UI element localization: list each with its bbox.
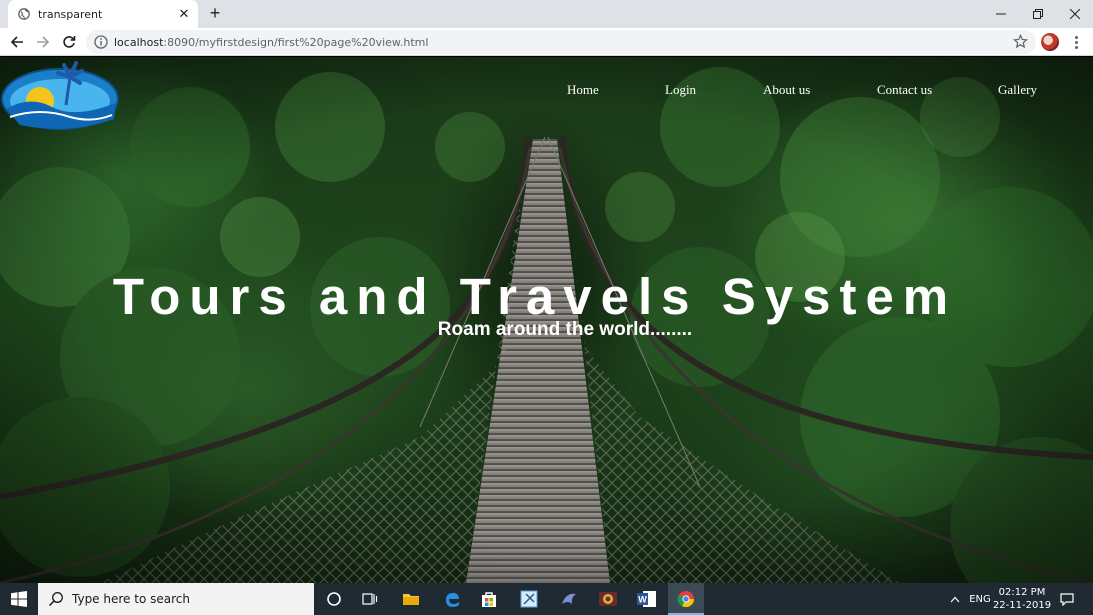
hero-section: Home Login About us Contact us Gallery T… <box>0 57 1093 583</box>
search-placeholder: Type here to search <box>72 592 190 606</box>
taskbar-search-box[interactable]: Type here to search <box>38 583 314 615</box>
cortana-circle-icon <box>327 592 341 606</box>
windows-taskbar: Type here to search W ENG 02:12 PM 22-11… <box>0 583 1093 615</box>
taskbar-file-explorer[interactable] <box>393 583 429 615</box>
browser-menu-icon[interactable] <box>1068 32 1084 52</box>
minimize-button[interactable] <box>983 0 1019 28</box>
profile-avatar[interactable] <box>1041 33 1059 51</box>
taskbar-clock[interactable]: 02:12 PM 22-11-2019 <box>990 586 1054 612</box>
folder-icon <box>403 594 419 605</box>
minimize-icon <box>996 13 1006 15</box>
bookmark-star-icon[interactable] <box>1013 34 1028 49</box>
task-view-icon <box>362 593 378 605</box>
taskbar-word[interactable]: W <box>629 583 665 615</box>
start-button[interactable] <box>0 583 38 615</box>
globe-icon <box>18 8 30 20</box>
url-text[interactable]: localhost:8090/myfirstdesign/first%20pag… <box>114 36 428 49</box>
taskbar-store[interactable] <box>471 583 507 615</box>
info-icon[interactable] <box>94 35 108 49</box>
cortana-button[interactable] <box>316 583 352 615</box>
taskbar-chrome[interactable] <box>668 583 704 615</box>
browser-tab[interactable]: transparent ✕ <box>8 0 198 28</box>
dolphin-app-icon <box>562 593 576 604</box>
address-bar[interactable]: localhost:8090/myfirstdesign/first%20pag… <box>86 30 1036 54</box>
reload-button[interactable] <box>58 31 80 53</box>
hero-subtitle: Roam around the world........ <box>437 319 693 340</box>
game-app-icon <box>599 592 617 606</box>
forward-button[interactable] <box>32 31 54 53</box>
chrome-icon <box>677 591 695 608</box>
taskbar-app-dolphin[interactable] <box>551 583 587 615</box>
store-bag-icon <box>482 592 496 607</box>
action-center-button[interactable] <box>1056 583 1078 615</box>
word-icon: W <box>637 591 656 607</box>
hero-title: Tours and Travels System <box>112 268 958 325</box>
restore-button[interactable] <box>1020 0 1056 28</box>
nav-about-link[interactable]: About us <box>763 82 810 98</box>
reload-icon <box>63 36 76 48</box>
browser-tab-strip: transparent ✕ + <box>0 0 1093 28</box>
restore-icon <box>1033 9 1043 19</box>
clock-date: 22-11-2019 <box>992 600 1052 611</box>
windows-logo-icon <box>11 591 27 607</box>
notification-icon <box>1060 592 1074 606</box>
tab-title: transparent <box>38 7 103 21</box>
search-icon <box>48 592 63 607</box>
arrow-left-icon <box>10 36 23 48</box>
url-host: localhost <box>114 35 164 49</box>
url-path: :8090/myfirstdesign/first%20page%20view.… <box>163 35 429 49</box>
nav-login-link[interactable]: Login <box>665 82 696 98</box>
edge-icon <box>446 593 459 607</box>
close-tab-icon[interactable]: ✕ <box>176 6 192 22</box>
nav-home-link[interactable]: Home <box>567 82 599 98</box>
new-tab-button[interactable]: + <box>206 4 224 23</box>
back-button[interactable] <box>6 31 28 53</box>
screen: transparent ✕ + localhost:8090/myfirstde… <box>0 0 1093 615</box>
svg-text:W: W <box>638 595 647 605</box>
nav-contact-link[interactable]: Contact us <box>877 82 932 98</box>
clock-time: 02:12 PM <box>998 587 1046 598</box>
browser-toolbar: localhost:8090/myfirstdesign/first%20pag… <box>0 28 1093 56</box>
taskbar-snipping-tool[interactable] <box>511 583 547 615</box>
arrow-right-icon <box>37 36 50 48</box>
close-window-button[interactable] <box>1057 0 1093 28</box>
taskbar-edge[interactable] <box>434 583 470 615</box>
show-hidden-icons-button[interactable] <box>946 583 964 615</box>
taskbar-app-game[interactable] <box>590 583 626 615</box>
chevron-up-icon <box>950 596 960 602</box>
snipping-tool-icon <box>520 590 538 608</box>
task-view-button[interactable] <box>352 583 388 615</box>
close-icon <box>1070 9 1080 19</box>
site-logo[interactable] <box>0 59 122 133</box>
nav-gallery-link[interactable]: Gallery <box>998 82 1037 98</box>
